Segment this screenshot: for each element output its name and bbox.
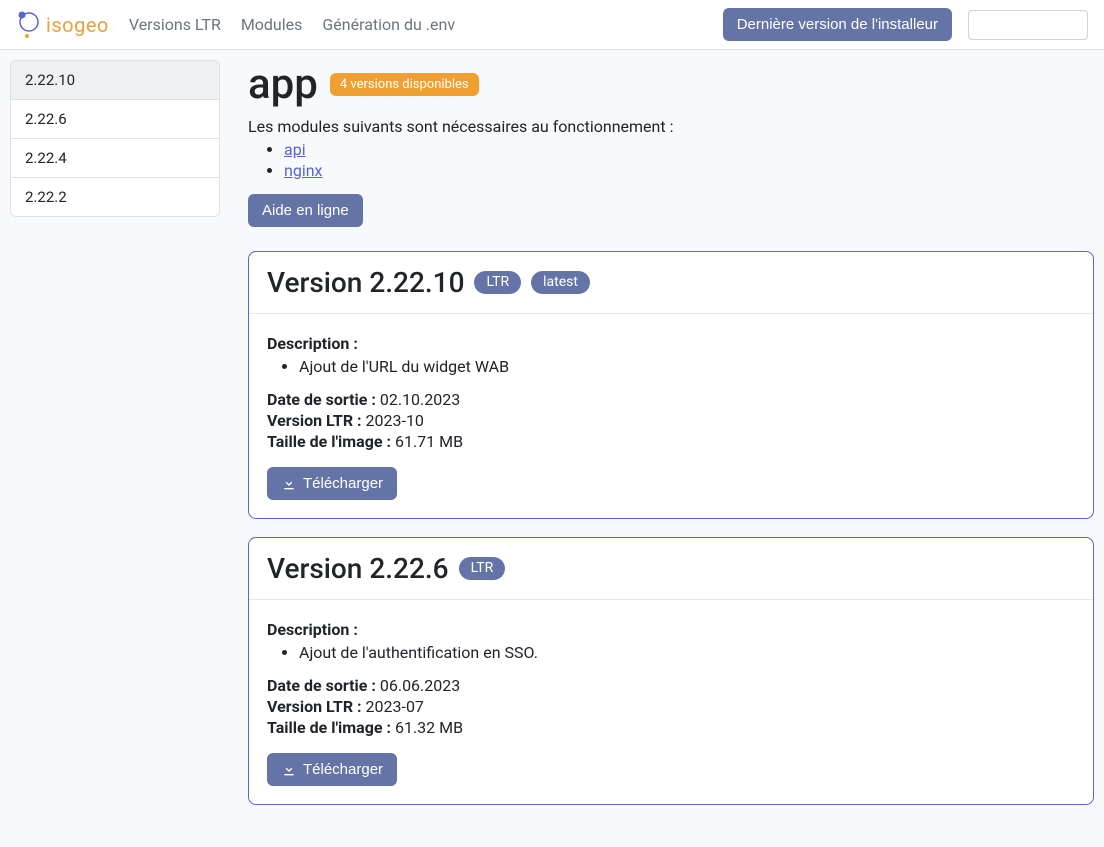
sidebar-item-2-22-10[interactable]: 2.22.10 [11, 61, 219, 100]
download-label: Télécharger [303, 475, 383, 492]
logo-icon [16, 11, 44, 39]
version-tag: latest [531, 271, 590, 294]
installer-latest-button[interactable]: Dernière version de l'installeur [723, 8, 952, 41]
description-label: Description : [267, 334, 358, 353]
release-date-value: 02.10.2023 [380, 390, 460, 409]
download-icon [281, 762, 297, 778]
nav-links: Versions LTR Modules Génération du .env [125, 9, 459, 40]
nav-link-versions-ltr[interactable]: Versions LTR [125, 9, 225, 40]
sidebar: 2.22.10 2.22.6 2.22.4 2.22.2 [10, 60, 220, 217]
version-title: Version 2.22.10 [267, 266, 464, 299]
ltr-version-label: Version LTR : [267, 411, 362, 430]
ltr-version-value: 2023-10 [366, 411, 424, 430]
description-item: Ajout de l'URL du widget WAB [299, 357, 1075, 376]
description-label: Description : [267, 620, 358, 639]
description-item: Ajout de l'authentification en SSO. [299, 643, 1075, 662]
main: app 4 versions disponibles Les modules s… [248, 60, 1094, 823]
nav-link-modules[interactable]: Modules [237, 9, 307, 40]
image-size-row: Taille de l'image : 61.32 MB [267, 718, 1075, 737]
sidebar-item-2-22-6[interactable]: 2.22.6 [11, 100, 219, 139]
download-button[interactable]: Télécharger [267, 467, 397, 500]
release-date-row: Date de sortie : 02.10.2023 [267, 390, 1075, 409]
help-button[interactable]: Aide en ligne [248, 194, 363, 227]
release-date-label: Date de sortie : [267, 676, 376, 695]
sidebar-item-2-22-4[interactable]: 2.22.4 [11, 139, 219, 178]
version-tag: LTR [459, 557, 506, 580]
image-size-label: Taille de l'image : [267, 432, 391, 451]
logo[interactable]: isogeo [16, 11, 109, 39]
image-size-label: Taille de l'image : [267, 718, 391, 737]
versions-count-badge: 4 versions disponibles [330, 73, 479, 97]
description-list: Ajout de l'authentification en SSO. [267, 643, 1075, 662]
dependency-link-nginx[interactable]: nginx [284, 161, 322, 180]
logo-text: isogeo [46, 13, 109, 37]
dependency-link-api[interactable]: api [284, 140, 306, 159]
version-card-body: Description : Ajout de l'URL du widget WA… [249, 314, 1093, 518]
release-date-label: Date de sortie : [267, 390, 376, 409]
ltr-version-value: 2023-07 [366, 697, 424, 716]
version-card: Version 2.22.10 LTR latest Description : Ajo… [248, 251, 1094, 519]
dependency-list: api nginx [248, 140, 1094, 180]
version-title: Version 2.22.6 [267, 552, 449, 585]
nav-link-env[interactable]: Génération du .env [318, 9, 459, 40]
ltr-version-row: Version LTR : 2023-10 [267, 411, 1075, 430]
page-title: app [248, 60, 318, 109]
image-size-value: 61.71 MB [395, 432, 463, 451]
navbar: isogeo Versions LTR Modules Génération d… [0, 0, 1104, 50]
version-card-header: Version 2.22.10 LTR latest [249, 252, 1093, 314]
ltr-version-label: Version LTR : [267, 697, 362, 716]
ltr-version-row: Version LTR : 2023-07 [267, 697, 1075, 716]
search-input[interactable] [968, 10, 1088, 40]
version-card-body: Description : Ajout de l'authentification… [249, 600, 1093, 804]
intro-text: Les modules suivants sont nécessaires au… [248, 117, 1094, 136]
download-button[interactable]: Télécharger [267, 753, 397, 786]
version-card: Version 2.22.6 LTR Description : Ajout de l… [248, 537, 1094, 805]
download-label: Télécharger [303, 761, 383, 778]
version-tag: LTR [474, 271, 521, 294]
description-list: Ajout de l'URL du widget WAB [267, 357, 1075, 376]
release-date-row: Date de sortie : 06.06.2023 [267, 676, 1075, 695]
release-date-value: 06.06.2023 [380, 676, 460, 695]
download-icon [281, 476, 297, 492]
image-size-row: Taille de l'image : 61.71 MB [267, 432, 1075, 451]
version-card-header: Version 2.22.6 LTR [249, 538, 1093, 600]
sidebar-item-2-22-2[interactable]: 2.22.2 [11, 178, 219, 216]
image-size-value: 61.32 MB [395, 718, 463, 737]
